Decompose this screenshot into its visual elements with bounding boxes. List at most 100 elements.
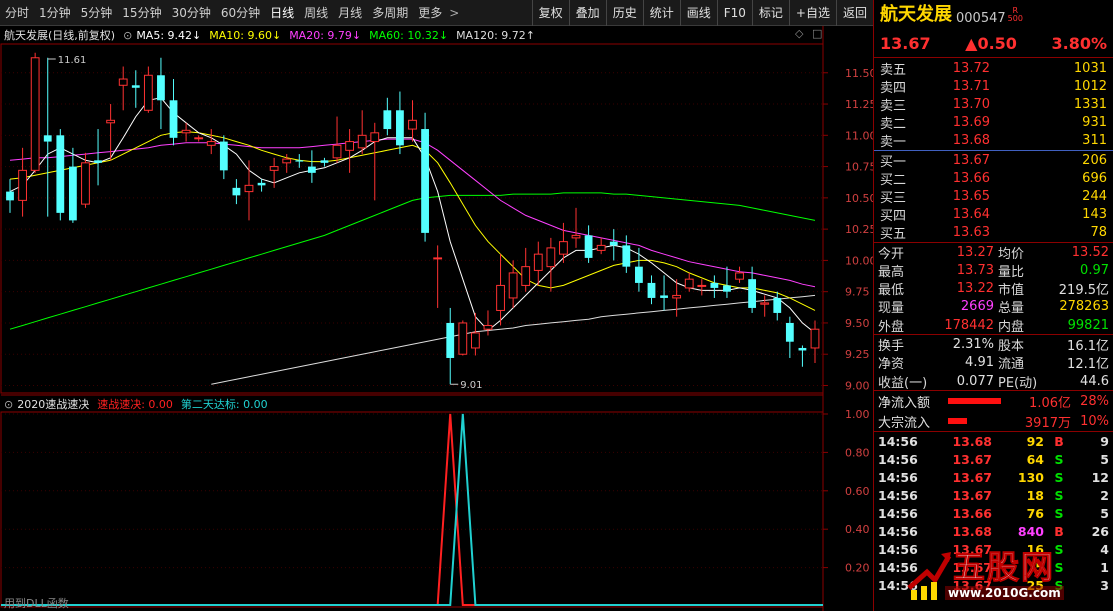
tab-1[interactable]: 1分钟 — [34, 0, 76, 26]
stat-label: 内盘 — [998, 319, 1025, 335]
tab-3[interactable]: 15分钟 — [117, 0, 166, 26]
candle — [131, 70, 140, 108]
tab-2[interactable]: 5分钟 — [76, 0, 118, 26]
candle-body — [6, 191, 14, 201]
buy-row-1[interactable]: 买二 13.66 696 — [874, 169, 1113, 188]
candle — [647, 275, 656, 305]
y-tick-label: 9.75 — [845, 286, 870, 299]
toolbar-button-1[interactable]: 叠加 — [568, 0, 606, 26]
candle-body — [798, 347, 807, 351]
toolbar-button-5[interactable]: F10 — [716, 0, 752, 26]
tick-row: 14:56 13.67 25 S 3 — [874, 576, 1113, 594]
toolbar-button-8[interactable]: 返回 — [835, 0, 873, 26]
tick-direction: S — [1054, 469, 1064, 485]
stat-row: 现量 2669 总量 278263 — [874, 298, 1113, 316]
stock-name: 航天发展 — [880, 4, 952, 25]
tick-direction: S — [1054, 487, 1064, 503]
candle — [320, 157, 329, 167]
toolbar-button-7[interactable]: +自选 — [788, 0, 836, 26]
candle — [710, 275, 719, 298]
sell-row-1[interactable]: 卖四 13.71 1012 — [874, 77, 1113, 96]
tab-6[interactable]: 日线 — [265, 0, 299, 26]
toolbar-button-3[interactable]: 统计 — [642, 0, 680, 26]
tick-price: 13.68 — [952, 433, 992, 449]
stat-value: 178442 — [944, 317, 994, 333]
indicator-tick-label: 0.80 — [845, 446, 870, 459]
ma20-line — [9, 138, 816, 288]
buy-row-4[interactable]: 买五 13.63 78 — [874, 224, 1113, 242]
tab-0[interactable]: 分时 — [0, 0, 34, 26]
stat-label: 外盘 — [878, 319, 905, 335]
candle — [433, 245, 443, 308]
stat-row: 最高 13.73 量比 0.97 — [874, 261, 1113, 280]
toolbar-button-0[interactable]: 复权 — [531, 0, 569, 26]
candle-body — [748, 279, 757, 308]
flow-row: 大宗流入 3917万 10% — [874, 411, 1113, 431]
quote-header: 航天发展 000547 R 500 — [874, 0, 1113, 30]
toolbar-button-6[interactable]: 标记 — [751, 0, 789, 26]
stat-label: 市值 — [998, 283, 1025, 299]
candle-body — [470, 332, 480, 349]
toolbar-button-4[interactable]: 画线 — [679, 0, 717, 26]
kline-chart[interactable]: 11.50 11.25 11.00 10.75 10.50 10.25 10.00 9.75 9… — [0, 26, 873, 611]
tick-direction: S — [1054, 505, 1064, 521]
candle-body — [533, 253, 543, 271]
badge-bottom: 500 — [1007, 14, 1023, 23]
tab-7[interactable]: 周线 — [299, 0, 333, 26]
candle-body — [81, 162, 90, 205]
buy-price: 13.63 — [952, 225, 990, 241]
candle-body — [647, 282, 656, 298]
candle-body — [106, 119, 116, 124]
candle — [785, 316, 794, 358]
flow-value: 1.06亿 — [1029, 395, 1071, 411]
candle-body — [697, 284, 707, 287]
tick-price: 13.66 — [952, 505, 992, 521]
candle — [810, 320, 820, 363]
candle — [169, 79, 178, 146]
indicator-series-0 — [1, 413, 823, 606]
tab-10[interactable]: 更多 — [413, 0, 447, 26]
candle — [798, 345, 807, 367]
y-tick-label: 11.25 — [845, 98, 873, 111]
stat-row: 换手 2.31% 股本 16.1亿 — [874, 335, 1113, 354]
more-arrow-icon[interactable]: > — [449, 6, 459, 20]
tab-5[interactable]: 60分钟 — [216, 0, 265, 26]
tick-row: 14:56 13.67 16 S 4 — [874, 540, 1113, 558]
buy-row-0[interactable]: 买一 13.67 206 — [874, 151, 1113, 170]
sell-row-0[interactable]: 卖五 13.72 1031 — [874, 59, 1113, 78]
candle — [206, 129, 216, 155]
stat-value: 13.22 — [956, 281, 994, 297]
tab-9[interactable]: 多周期 — [367, 0, 413, 26]
flow-bar — [948, 398, 1001, 405]
tick-price: 13.68 — [952, 523, 992, 539]
candle-body — [320, 160, 329, 163]
candle — [232, 179, 241, 205]
candle-body — [157, 75, 165, 101]
sell-label: 卖四 — [880, 80, 907, 96]
candle-body — [43, 135, 52, 142]
tab-4[interactable]: 30分钟 — [167, 0, 216, 26]
tick-price: 13.67 — [952, 469, 992, 485]
stat-value: 12.1亿 — [1067, 357, 1109, 373]
candle — [446, 307, 455, 385]
candle — [56, 129, 65, 221]
sell-row-2[interactable]: 卖三 13.70 1331 — [874, 95, 1113, 114]
tick-price: 13.67 — [952, 451, 992, 467]
sell-row-4[interactable]: 卖一 13.68 311 — [874, 132, 1113, 150]
candle — [18, 147, 27, 217]
candle — [345, 129, 355, 173]
sell-row-3[interactable]: 卖二 13.69 931 — [874, 114, 1113, 132]
toolbar-button-2[interactable]: 历史 — [605, 0, 643, 26]
stats-block-2: 换手 2.31% 股本 16.1亿 净资 4.91 流通 12.1亿 收益(一) 0.077 PE(… — [874, 335, 1113, 392]
stat-label: 净资 — [878, 357, 905, 373]
sell-volume: 1012 — [1073, 78, 1107, 94]
stat-value: 99821 — [1067, 317, 1109, 333]
buy-row-2[interactable]: 买三 13.65 244 — [874, 187, 1113, 206]
window-icon: □ — [812, 27, 822, 40]
buy-row-3[interactable]: 买四 13.64 143 — [874, 206, 1113, 224]
tick-volume: 840 — [1017, 523, 1044, 539]
tab-8[interactable]: 月线 — [333, 0, 367, 26]
sell-book: 卖五 13.72 1031 卖四 13.71 1012 卖三 13.70 1331 卖二 13.69… — [874, 58, 1113, 151]
tick-row: 14:56 13.68 92 B 9 — [874, 432, 1113, 450]
tick-direction: B — [1054, 433, 1064, 449]
